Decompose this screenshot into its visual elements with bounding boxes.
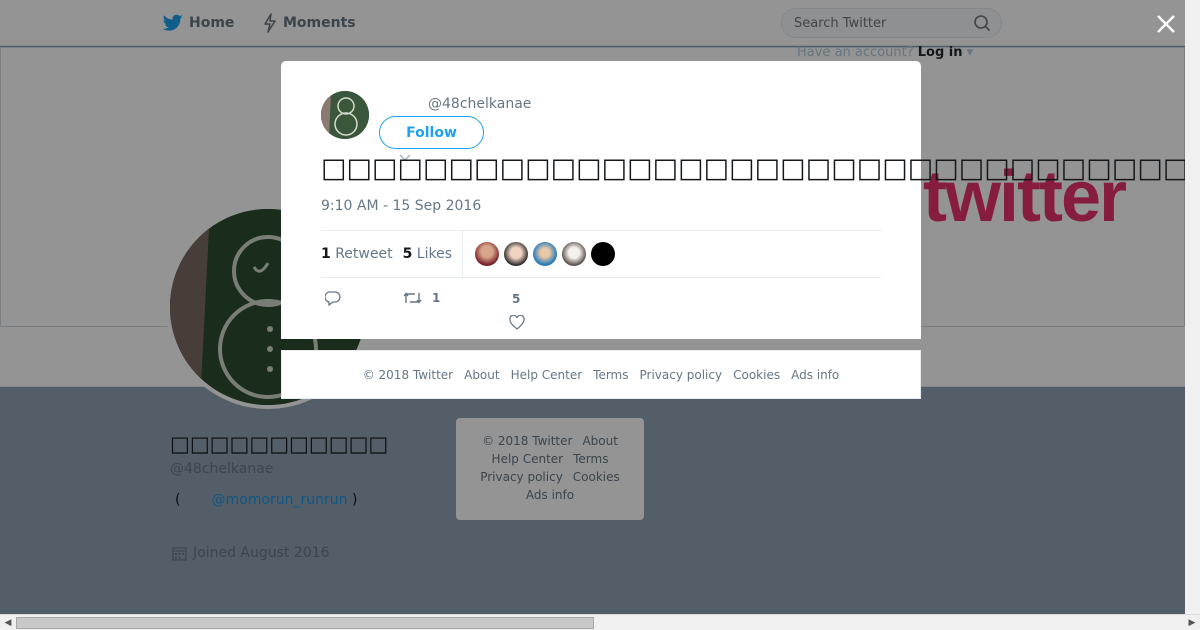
- tweet-author-handle[interactable]: @48chelkanae: [428, 96, 531, 112]
- modal-footer-help[interactable]: Help Center: [511, 368, 583, 382]
- modal-footer: © 2018 Twitter About Help Center Terms P…: [281, 350, 921, 399]
- retweet-stat[interactable]: 1 Retweet: [321, 246, 393, 262]
- tweet-timestamp[interactable]: 9:10 AM - 15 Sep 2016: [321, 198, 481, 214]
- likes-count: 5: [402, 246, 413, 262]
- tweet-modal: @48chelkanae Follow 9:10 AM - 15 Sep 201…: [281, 61, 921, 339]
- retweet-label: Retweet: [335, 246, 393, 262]
- retweet-action-count: 1: [432, 291, 441, 305]
- modal-footer-privacy[interactable]: Privacy policy: [640, 368, 723, 382]
- liker-avatar[interactable]: [533, 242, 557, 266]
- like-count-action[interactable]: 5: [512, 292, 520, 306]
- modal-footer-copyright: © 2018 Twitter: [362, 367, 454, 382]
- like-action-count: 5: [512, 292, 521, 306]
- horizontal-scrollbar[interactable]: ◀ ▶: [0, 614, 1200, 630]
- likes-stat[interactable]: 5 Likes: [403, 246, 452, 262]
- modal-footer-terms[interactable]: Terms: [593, 368, 628, 382]
- liker-avatar[interactable]: [504, 242, 528, 266]
- reply-icon: [325, 291, 341, 306]
- tweet-actions: 1 5: [321, 289, 881, 333]
- tweet-author-avatar[interactable]: [321, 91, 369, 139]
- vertical-scrollbar[interactable]: [1185, 0, 1200, 614]
- login-link[interactable]: Log in: [918, 45, 963, 60]
- tweet-stats: 1 Retweet 5 Likes: [321, 230, 881, 278]
- likes-label: Likes: [416, 246, 452, 262]
- liker-avatar[interactable]: [475, 242, 499, 266]
- retweet-action[interactable]: 1: [403, 291, 440, 305]
- have-account-prompt: Have an account? Log in ▾: [797, 45, 974, 60]
- stats-divider: [462, 230, 463, 278]
- have-account-text: Have an account?: [797, 45, 914, 60]
- horizontal-scroll-thumb[interactable]: [16, 617, 594, 629]
- follow-button[interactable]: Follow: [379, 116, 484, 149]
- scroll-left-arrow-icon[interactable]: ◀: [1, 617, 15, 629]
- tweet-text: □□□□□□□□□□□□□□□□□□□□□□□□□□□□□□□□□□□□□□□□…: [321, 153, 1200, 184]
- retweet-icon: [403, 292, 422, 304]
- liker-avatar[interactable]: [591, 242, 615, 266]
- modal-footer-cookies[interactable]: Cookies: [733, 368, 780, 382]
- reply-action[interactable]: [325, 291, 341, 306]
- retweet-count: 1: [321, 246, 331, 262]
- modal-footer-ads[interactable]: Ads info: [791, 368, 839, 382]
- scroll-right-arrow-icon[interactable]: ▶: [1185, 617, 1199, 629]
- liker-avatar[interactable]: [562, 242, 586, 266]
- close-icon[interactable]: [1152, 10, 1180, 38]
- heart-icon[interactable]: [509, 315, 525, 330]
- modal-footer-about[interactable]: About: [464, 368, 499, 382]
- liker-avatars: [475, 242, 615, 266]
- snowman-drawing-image: [321, 91, 369, 139]
